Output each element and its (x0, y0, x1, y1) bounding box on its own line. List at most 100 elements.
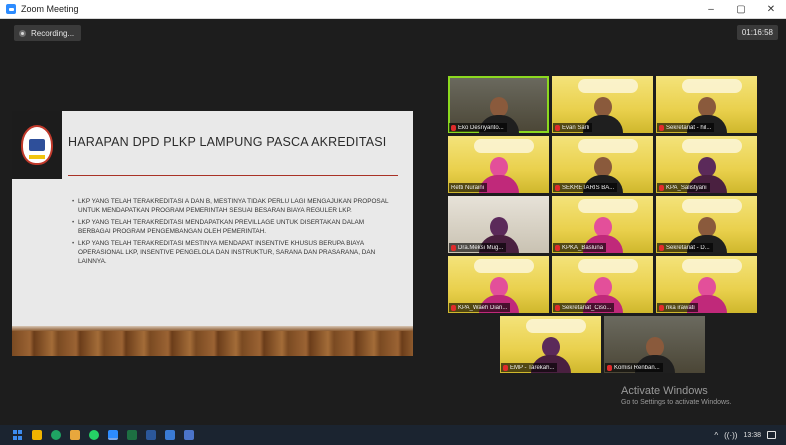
name-tag: Dra.Meksi Mug... (449, 243, 507, 252)
participant-name: Sekretariat - D... (666, 244, 710, 251)
background-banner (526, 319, 586, 333)
background-banner (474, 259, 534, 273)
name-tag: rika irawati (657, 303, 698, 312)
participant-tile[interactable]: Eko Desriyanto... (448, 76, 549, 133)
name-tag: Sekretariat - D... (657, 243, 713, 252)
meeting-area: Recording... 01:16:58 HARAPAN DPD PLKP L… (0, 19, 786, 425)
recording-indicator[interactable]: Recording... (14, 25, 82, 41)
app-icon[interactable] (165, 430, 175, 440)
name-tag: Sekretariat - hil... (657, 123, 715, 132)
participant-tile[interactable]: Retti Nuraini (448, 136, 549, 193)
name-tag: KPA_Salistyani (657, 183, 710, 192)
whatsapp-icon[interactable] (89, 430, 99, 440)
excel-icon[interactable] (127, 430, 137, 440)
participant-tile[interactable]: Evan Sarli (552, 76, 653, 133)
chrome-icon[interactable] (51, 430, 61, 440)
watermark-title: Activate Windows (621, 385, 708, 397)
close-button[interactable]: ✕ (756, 0, 786, 19)
participant-name: Retti Nuraini (451, 184, 485, 191)
mic-muted-icon (659, 124, 664, 131)
participant-name: Evan Sarli (562, 124, 590, 131)
background-banner (578, 139, 638, 153)
participant-name: Sekretariat - hil... (666, 124, 712, 131)
slide-bullet: LKP YANG TELAH TERAKREDITASI MESTINYA ME… (72, 240, 392, 266)
name-tag: Komisi Renban... (605, 363, 663, 372)
activate-windows-watermark: Activate Windows Go to Settings to activ… (621, 385, 732, 406)
background-banner (682, 259, 742, 273)
minimize-button[interactable]: – (696, 0, 726, 19)
file-explorer-icon[interactable] (32, 430, 42, 440)
folder-icon[interactable] (70, 430, 80, 440)
clock[interactable]: 13:38 (743, 432, 761, 439)
shared-slide: HARAPAN DPD PLKP LAMPUNG PASCA AKREDITAS… (12, 111, 413, 356)
mic-muted-icon (555, 244, 560, 251)
background-banner (578, 259, 638, 273)
zoom-app-icon (6, 4, 16, 14)
windows-start-icon[interactable] (13, 430, 23, 440)
meeting-timer: 01:16:58 (736, 25, 778, 40)
window-controls: – ▢ ✕ (696, 0, 786, 19)
participant-tile[interactable]: Komisi Renban... (604, 316, 705, 373)
participant-name: rika irawati (666, 304, 695, 311)
recording-label: Recording... (31, 28, 75, 38)
name-tag: Retti Nuraini (449, 183, 488, 192)
wifi-icon[interactable]: ((·)) (724, 431, 737, 440)
mic-muted-icon (451, 124, 456, 131)
wood-floor-decoration (12, 326, 413, 356)
name-tag: SEKRETARIS BA... (553, 183, 618, 192)
participant-tile[interactable]: Dra.Meksi Mug... (448, 196, 549, 253)
zoom-taskbar-icon[interactable] (108, 430, 118, 440)
window-title: Zoom Meeting (21, 4, 79, 14)
participant-tile[interactable]: EMP - Tarekah... (500, 316, 601, 373)
mic-muted-icon (659, 244, 664, 251)
participant-name: KPA_Waeh Dian... (458, 304, 508, 311)
background-banner (578, 79, 638, 93)
background-banner (682, 79, 742, 93)
participant-name: KPA_Salistyani (666, 184, 707, 191)
logo-panel (12, 111, 62, 179)
mic-muted-icon (555, 304, 560, 311)
mic-muted-icon (451, 244, 456, 251)
participant-tile[interactable]: rika irawati (656, 256, 757, 313)
participant-name: Komisi Renban... (614, 364, 660, 371)
zoom-window: Zoom Meeting – ▢ ✕ Recording... 01:16:58… (0, 0, 786, 445)
participant-tile[interactable]: KPA_Waeh Dian... (448, 256, 549, 313)
participant-tile[interactable]: Sekretariat - D... (656, 196, 757, 253)
participant-name: EMP - Tarekah... (510, 364, 555, 371)
maximize-button[interactable]: ▢ (726, 0, 756, 19)
participant-tile[interactable]: KPKA_Basluna (552, 196, 653, 253)
name-tag: KPKA_Basluna (553, 243, 607, 252)
mic-muted-icon (451, 304, 456, 311)
name-tag: Eko Desriyanto... (449, 123, 507, 132)
tray-expand-icon[interactable]: ^ (714, 431, 718, 440)
word-icon[interactable] (146, 430, 156, 440)
slide-bullet: LKP YANG TELAH TERAKREDITASI A DAN B, ME… (72, 198, 392, 215)
participant-tile[interactable]: KPA_Salistyani (656, 136, 757, 193)
windows-taskbar: ^ ((·)) 13:38 (0, 425, 786, 445)
mic-muted-icon (659, 304, 664, 311)
participant-name: Sekretariat_Ciso... (562, 304, 612, 311)
name-tag: Sekretariat_Ciso... (553, 303, 615, 312)
mic-muted-icon (555, 184, 560, 191)
watermark-subtitle: Go to Settings to activate Windows. (621, 399, 732, 406)
title-bar: Zoom Meeting – ▢ ✕ (0, 0, 786, 19)
organization-logo (21, 125, 53, 165)
participant-tile[interactable]: Sekretariat_Ciso... (552, 256, 653, 313)
participant-tile[interactable]: SEKRETARIS BA... (552, 136, 653, 193)
participant-name: SEKRETARIS BA... (562, 184, 615, 191)
slide-title: HARAPAN DPD PLKP LAMPUNG PASCA AKREDITAS… (68, 135, 387, 149)
mic-muted-icon (555, 124, 560, 131)
slide-bullet: LKP YANG TELAH TERAKREDITASI MENDAPATKAN… (72, 219, 392, 236)
notification-icon[interactable] (767, 431, 776, 439)
participant-tile[interactable]: Sekretariat - hil... (656, 76, 757, 133)
background-banner (682, 139, 742, 153)
participant-name: Eko Desriyanto... (458, 124, 504, 131)
background-banner (474, 139, 534, 153)
system-tray: ^ ((·)) 13:38 (714, 425, 776, 445)
mic-muted-icon (503, 364, 508, 371)
background-banner (578, 199, 638, 213)
app-icon[interactable] (184, 430, 194, 440)
title-underline (68, 175, 398, 176)
participant-name: Dra.Meksi Mug... (458, 244, 504, 251)
participant-name: KPKA_Basluna (562, 244, 604, 251)
